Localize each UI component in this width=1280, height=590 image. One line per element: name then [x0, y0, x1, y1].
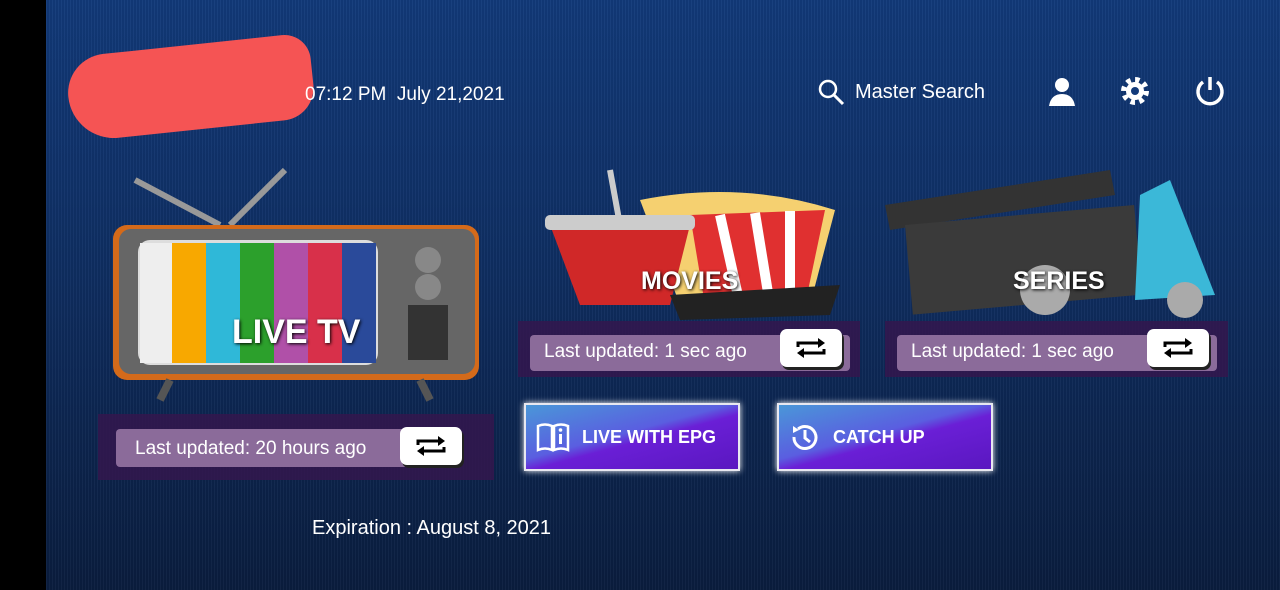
tv-illustration — [113, 167, 479, 402]
search-icon — [818, 79, 845, 106]
series-tile[interactable]: SERIES — [885, 165, 1230, 325]
catch-up-button[interactable]: CATCH UP — [777, 403, 993, 471]
book-info-icon — [536, 423, 570, 452]
movies-last-updated: Last updated: 1 sec ago — [544, 341, 747, 362]
settings-gear-icon[interactable] — [1118, 74, 1152, 108]
master-search-button[interactable]: Master Search — [817, 78, 985, 106]
clapperboard-illustration — [885, 170, 1215, 318]
series-update-bar: Last updated: 1 sec ago — [885, 321, 1228, 377]
refresh-icon — [1163, 338, 1193, 358]
movies-update-bar: Last updated: 1 sec ago — [518, 321, 860, 377]
live-tv-label: LIVE TV — [232, 313, 361, 351]
series-label: SERIES — [1013, 267, 1105, 295]
movies-refresh-button[interactable] — [780, 329, 842, 367]
date-text: July 21,2021 — [396, 84, 505, 105]
refresh-icon — [416, 436, 446, 456]
power-icon[interactable] — [1193, 74, 1227, 108]
series-refresh-button[interactable] — [1147, 329, 1209, 367]
live-tv-refresh-button[interactable] — [400, 427, 462, 465]
live-with-epg-label: LIVE WITH EPG — [582, 426, 717, 447]
expiration-text: Expiration : August 8, 2021 — [312, 517, 552, 539]
movies-tile[interactable]: MOVIES — [540, 165, 850, 325]
user-icon[interactable] — [1045, 74, 1079, 108]
datetime: 07:12 PM July 21,2021 — [305, 84, 505, 106]
history-icon — [792, 425, 818, 450]
live-tv-last-updated: Last updated: 20 hours ago — [135, 438, 367, 459]
refresh-icon — [796, 338, 826, 358]
popcorn-illustration — [545, 169, 840, 320]
movies-label: MOVIES — [641, 267, 739, 295]
live-tv-update-bar: Last updated: 20 hours ago — [98, 414, 494, 480]
catch-up-label: CATCH UP — [833, 426, 925, 447]
search-label: Master Search — [855, 80, 986, 103]
live-tv-tile[interactable]: LIVE TV — [110, 165, 482, 405]
live-with-epg-button[interactable]: LIVE WITH EPG — [524, 403, 740, 471]
series-last-updated: Last updated: 1 sec ago — [911, 341, 1114, 362]
time-text: 07:12 PM — [305, 84, 387, 105]
